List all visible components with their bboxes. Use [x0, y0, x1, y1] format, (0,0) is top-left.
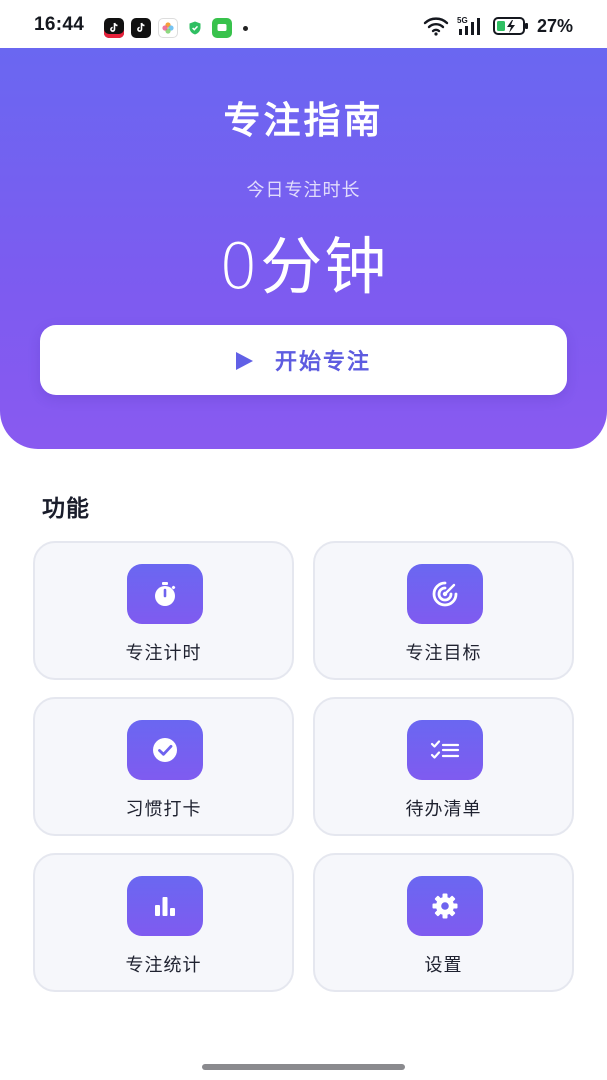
status-time: 16:44	[34, 14, 85, 35]
focus-header: 专注指南 今日专注时长 0分钟 开始专注	[0, 48, 607, 449]
checklist-icon	[407, 720, 483, 780]
battery-icon	[492, 17, 528, 35]
tiktok-icon	[131, 18, 151, 38]
stopwatch-icon	[127, 564, 203, 624]
wifi-icon	[423, 17, 449, 36]
features-grid: 专注计时 专注目标 习惯打卡 待办清单 专注统计 设置	[33, 541, 574, 992]
gear-icon	[407, 876, 483, 936]
feature-card-focus-stats[interactable]: 专注统计	[33, 853, 294, 992]
features-section-title: 功能	[42, 496, 90, 522]
photos-icon	[158, 18, 178, 38]
target-icon	[407, 564, 483, 624]
more-notifications-dot	[243, 25, 248, 31]
status-bar: 16:44 5G 27%	[0, 0, 607, 50]
feature-card-habit-checkin[interactable]: 习惯打卡	[33, 697, 294, 836]
feature-label: 待办清单	[405, 799, 482, 820]
feature-card-focus-goal[interactable]: 专注目标	[313, 541, 574, 680]
today-focus-value: 0分钟	[218, 230, 389, 303]
feature-label: 设置	[424, 955, 463, 976]
check-circle-icon	[127, 720, 203, 780]
feature-label: 专注统计	[125, 955, 202, 976]
notification-icons	[104, 18, 248, 38]
feature-label: 习惯打卡	[125, 799, 202, 820]
network-type: 5G	[457, 16, 468, 25]
tiktok-lite-icon	[104, 18, 124, 38]
feature-label: 专注目标	[405, 643, 482, 664]
feature-card-settings[interactable]: 设置	[313, 853, 574, 992]
battery-percent: 27%	[536, 15, 573, 36]
feature-card-focus-timer[interactable]: 专注计时	[33, 541, 294, 680]
system-icons: 5G 27%	[423, 15, 573, 37]
today-focus-label: 今日专注时长	[246, 180, 361, 201]
feature-label: 专注计时	[125, 643, 202, 664]
page-title: 专注指南	[223, 99, 384, 142]
start-focus-label: 开始专注	[274, 350, 371, 375]
start-focus-button[interactable]: 开始专注	[40, 325, 567, 395]
play-icon	[235, 351, 253, 370]
home-indicator[interactable]	[202, 1064, 405, 1070]
bar-chart-icon	[127, 876, 203, 936]
messages-icon	[212, 18, 232, 38]
cellular-signal-icon: 5G	[457, 16, 480, 35]
security-shield-icon	[185, 18, 205, 38]
feature-card-todo-list[interactable]: 待办清单	[313, 697, 574, 836]
